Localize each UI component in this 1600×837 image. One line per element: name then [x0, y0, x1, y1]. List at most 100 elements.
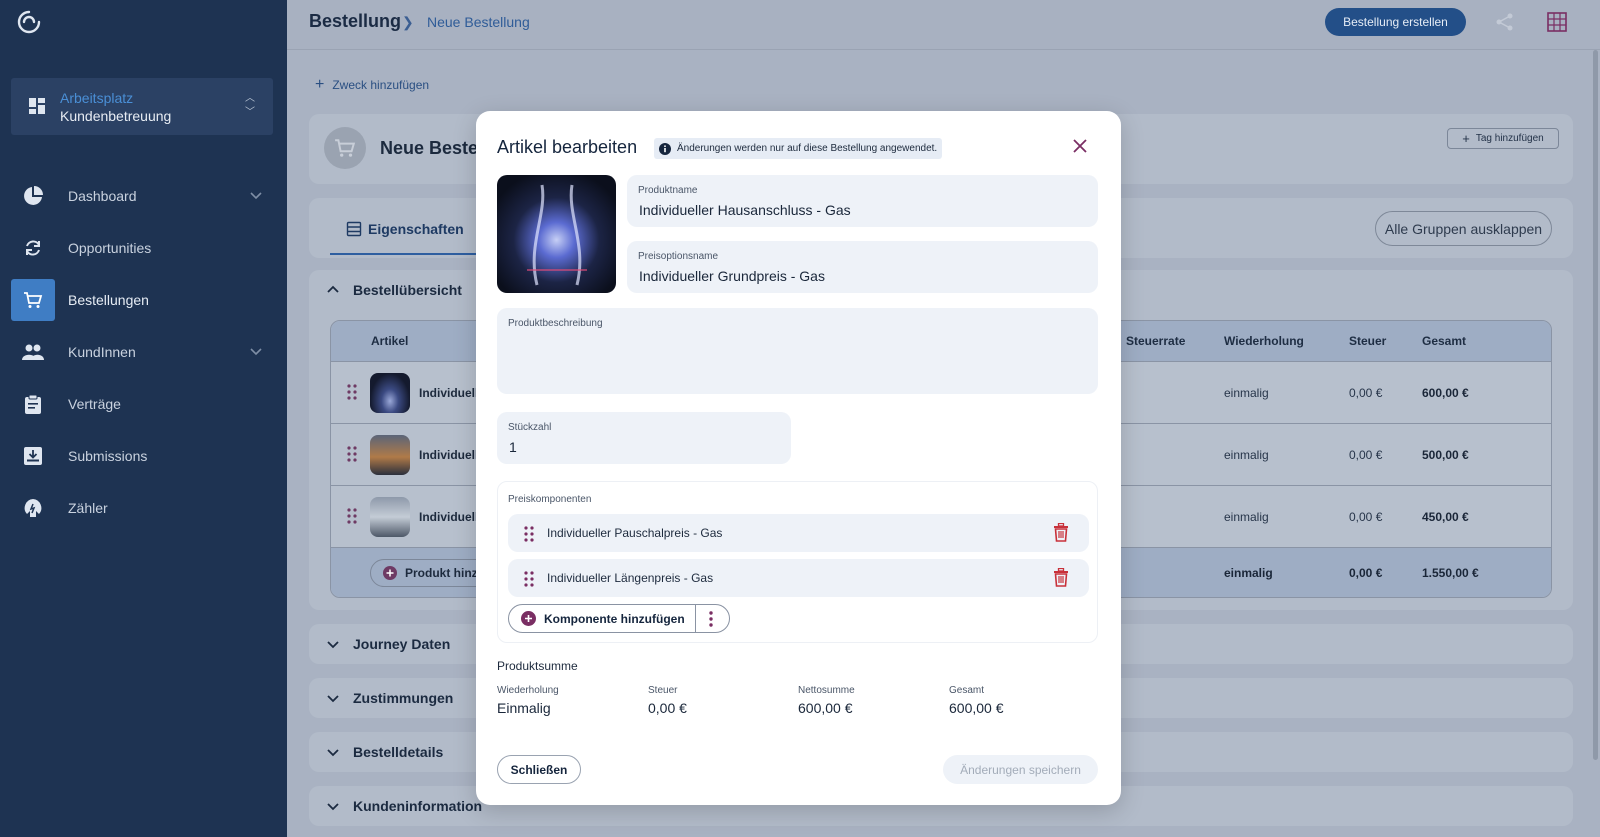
product-name-label: Produktname — [638, 185, 698, 196]
close-icon[interactable] — [1073, 139, 1087, 153]
sum-recurrence-value: Einmalig — [497, 700, 551, 716]
summary-tax: 0,00 € — [1349, 566, 1383, 580]
price-component-item[interactable]: Individueller Längenpreis - Gas — [508, 559, 1089, 597]
row-total: 450,00 € — [1422, 510, 1469, 524]
sidebar-item-zaehler[interactable]: Zähler — [11, 487, 273, 529]
breadcrumb-current: Neue Bestellung — [427, 14, 530, 30]
button-divider — [695, 605, 696, 632]
drag-handle-icon[interactable] — [524, 526, 534, 542]
top-bar: Bestellung ❯ Neue Bestellung Bestellung … — [287, 0, 1600, 50]
sidebar-item-bestellungen[interactable]: Bestellungen — [11, 279, 273, 321]
quantity-value: 1 — [509, 439, 517, 455]
product-description-field[interactable]: Produktbeschreibung — [497, 308, 1098, 394]
tab-properties[interactable]: Eigenschaften — [346, 221, 464, 237]
summary-recurrence: einmalig — [1224, 566, 1273, 580]
price-components-card: Preiskomponenten Individueller Pauschalp… — [497, 481, 1098, 643]
sum-net: Nettosumme 600,00 € — [798, 685, 855, 716]
section-overview[interactable]: Bestellübersicht — [327, 282, 462, 298]
more-vertical-icon[interactable] — [709, 611, 713, 627]
workspace-label: Arbeitsplatz — [60, 90, 134, 106]
drag-handle-icon[interactable] — [524, 571, 534, 587]
active-tab-indicator — [330, 253, 476, 255]
info-text: Änderungen werden nur auf diese Bestellu… — [677, 143, 938, 154]
info-icon — [659, 142, 671, 155]
add-tag-label: Tag hinzufügen — [1475, 133, 1544, 144]
trash-icon[interactable] — [1053, 568, 1069, 587]
section-consents[interactable]: Zustimmungen — [327, 690, 453, 706]
chevron-up-icon — [327, 285, 339, 293]
sidebar-item-label: Opportunities — [68, 240, 152, 256]
cart-icon — [335, 139, 356, 157]
refresh-icon — [11, 238, 55, 258]
sidebar-item-vertraege[interactable]: Verträge — [11, 383, 273, 425]
chevron-up-down-icon: ︿ ﹀ — [245, 93, 255, 118]
trash-icon[interactable] — [1053, 523, 1069, 542]
cart-icon — [11, 279, 55, 321]
row-total: 500,00 € — [1422, 448, 1469, 462]
sum-total-label: Gesamt — [949, 685, 985, 696]
product-name: Individuell — [419, 448, 479, 462]
product-sum-title: Produktsumme — [497, 659, 578, 673]
plus-icon: + — [1462, 131, 1470, 146]
inbox-download-icon — [11, 447, 55, 465]
product-thumbnail — [370, 497, 410, 537]
price-component-item[interactable]: Individueller Pauschalpreis - Gas — [508, 514, 1089, 552]
app-logo-icon[interactable] — [16, 9, 42, 35]
workspace-selector[interactable]: Arbeitsplatz Kundenbetreuung ︿ ﹀ — [11, 78, 273, 135]
price-option-field[interactable]: Preisoptionsname Individueller Grundprei… — [627, 241, 1098, 293]
grid-dashboard-icon — [29, 98, 45, 114]
chevron-down-icon — [250, 192, 262, 200]
sidebar-item-dashboard[interactable]: Dashboard — [11, 175, 273, 217]
sidebar-item-kundinnen[interactable]: KundInnen — [11, 331, 273, 373]
add-component-button[interactable]: Komponente hinzufügen — [508, 604, 730, 633]
sidebar-item-label: KundInnen — [68, 344, 136, 360]
chevron-down-icon — [250, 348, 262, 356]
row-recurrence: einmalig — [1224, 510, 1269, 524]
sidebar: Arbeitsplatz Kundenbetreuung ︿ ﹀ Dashboar… — [0, 0, 287, 837]
drag-handle-icon[interactable] — [347, 508, 357, 524]
create-order-button[interactable]: Bestellung erstellen — [1325, 8, 1466, 36]
section-details[interactable]: Bestelldetails — [327, 744, 443, 760]
section-title-label: Bestellübersicht — [353, 282, 462, 298]
sidebar-item-submissions[interactable]: Submissions — [11, 435, 273, 477]
product-image — [497, 175, 616, 293]
page-scrollbar[interactable] — [1593, 50, 1598, 760]
sidebar-item-label: Submissions — [68, 448, 148, 464]
sidebar-item-label: Zähler — [68, 500, 108, 516]
product-name-field[interactable]: Produktname Individueller Hausanschluss … — [627, 175, 1098, 227]
app-grid-icon[interactable] — [1547, 12, 1567, 32]
drag-handle-icon[interactable] — [347, 384, 357, 400]
add-tag-button[interactable]: + Tag hinzufügen — [1447, 128, 1559, 149]
clipboard-icon — [11, 394, 55, 414]
product-thumbnail — [370, 435, 410, 475]
add-purpose-link[interactable]: + Zweck hinzufügen — [315, 76, 429, 94]
modal-title: Artikel bearbeiten — [497, 137, 638, 157]
sidebar-item-opportunities[interactable]: Opportunities — [11, 227, 273, 269]
share-icon[interactable] — [1495, 12, 1515, 32]
quantity-field[interactable]: Stückzahl 1 — [497, 412, 791, 464]
drag-handle-icon[interactable] — [347, 446, 357, 462]
sum-recurrence-label: Wiederholung — [497, 685, 559, 696]
sum-tax-value: 0,00 € — [648, 700, 687, 716]
save-changes-button[interactable]: Änderungen speichern — [943, 755, 1098, 784]
info-banner: Änderungen werden nur auf diese Bestellu… — [654, 138, 943, 159]
price-components-label: Preiskomponenten — [508, 494, 592, 505]
breadcrumb-root[interactable]: Bestellung — [309, 11, 401, 32]
section-customer[interactable]: Kundeninformation — [327, 798, 482, 814]
row-recurrence: einmalig — [1224, 386, 1269, 400]
row-total: 600,00 € — [1422, 386, 1469, 400]
people-icon — [11, 343, 55, 361]
pie-chart-icon — [11, 186, 55, 206]
edit-article-modal: Artikel bearbeiten Änderungen werden nur… — [476, 111, 1121, 805]
add-product-label: Produkt hinz — [405, 566, 478, 580]
price-component-name: Individueller Längenpreis - Gas — [547, 571, 714, 585]
row-recurrence: einmalig — [1224, 448, 1269, 462]
price-option-label: Preisoptionsname — [638, 251, 719, 262]
summary-total: 1.550,00 € — [1422, 566, 1479, 580]
expand-all-button[interactable]: Alle Gruppen ausklappen — [1375, 211, 1552, 246]
section-journey[interactable]: Journey Daten — [327, 636, 450, 652]
chevron-down-icon — [327, 749, 339, 757]
close-button[interactable]: Schließen — [497, 755, 581, 784]
sum-net-value: 600,00 € — [798, 700, 853, 716]
sum-tax: Steuer 0,00 € — [648, 685, 687, 716]
